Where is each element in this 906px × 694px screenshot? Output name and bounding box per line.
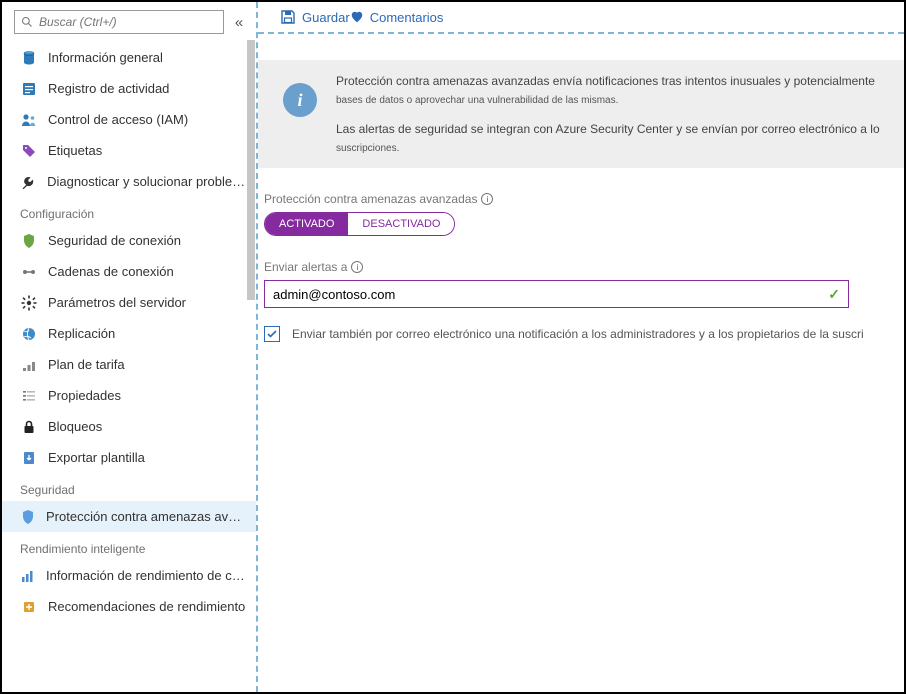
info-hint-icon[interactable]: i [351,261,363,273]
wrench-icon [20,174,37,190]
iam-icon [20,112,38,128]
sidebar-item-replication[interactable]: Replicación [2,318,256,349]
shield-alert-icon [20,509,36,525]
sidebar-scrollbar[interactable] [246,40,256,692]
sidebar-item-label: Cadenas de conexión [48,264,174,279]
export-icon [20,450,38,466]
sidebar-item-label: Información de rendimiento de consultas [46,568,246,583]
sidebar-item-label: Exportar plantilla [48,450,145,465]
sidebar-item-locks[interactable]: Bloqueos [2,411,256,442]
activity-log-icon [20,81,38,97]
comments-button[interactable]: Comentarios [350,10,444,25]
sidebar-section-perf: Rendimiento inteligente [2,532,256,560]
banner-line1b: bases de datos o aprovechar una vulnerab… [336,95,618,106]
collapse-sidebar-button[interactable]: « [230,14,248,31]
info-icon: i [283,83,317,117]
lock-icon [20,419,38,435]
recommendation-icon [20,599,38,615]
gear-icon [20,295,38,311]
main-panel: Guardar Comentarios i Protección contra … [258,2,904,692]
valid-check-icon: ✓ [828,286,840,303]
sidebar-item-label: Protección contra amenazas avanzadas ... [46,509,246,524]
info-banner: i Protección contra amenazas avanzadas e… [258,60,904,168]
sidebar-item-label: Recomendaciones de rendimiento [48,599,245,614]
sidebar-section-config: Configuración [2,197,256,225]
atp-toggle-on[interactable]: ACTIVADO [265,213,348,235]
toolbar: Guardar Comentarios [258,2,904,34]
alerts-email-wrapper[interactable]: ✓ [264,280,849,308]
sidebar-item-overview[interactable]: Información general [2,42,256,73]
banner-line1: Protección contra amenazas avanzadas env… [336,74,875,88]
sidebar-item-diagnose[interactable]: Diagnosticar y solucionar problemas [2,166,256,197]
sidebar-item-export-template[interactable]: Exportar plantilla [2,442,256,473]
sidebar-item-query-perf-insight[interactable]: Información de rendimiento de consultas [2,560,256,591]
globe-icon [20,326,38,342]
sidebar-item-atp[interactable]: Protección contra amenazas avanzadas ... [2,501,256,532]
also-email-label: Enviar también por correo electrónico un… [292,327,864,341]
sidebar-item-label: Bloqueos [48,419,102,434]
sidebar-item-server-parameters[interactable]: Parámetros del servidor [2,287,256,318]
sidebar-item-perf-recommendations[interactable]: Recomendaciones de rendimiento [2,591,256,622]
connection-icon [20,264,38,280]
sidebar-item-tags[interactable]: Etiquetas [2,135,256,166]
search-icon [21,16,33,28]
sidebar-nav: Información general Registro de activida… [2,40,256,622]
sidebar-item-properties[interactable]: Propiedades [2,380,256,411]
also-email-checkbox[interactable] [264,326,280,342]
sidebar-item-label: Seguridad de conexión [48,233,181,248]
sidebar-item-label: Registro de actividad [48,81,169,96]
sidebar-item-label: Replicación [48,326,115,341]
sidebar-item-label: Plan de tarifa [48,357,125,372]
banner-line2: Las alertas de seguridad se integran con… [336,122,880,136]
sidebar: « Información general Registro de activi… [2,2,258,692]
banner-line2b: suscripciones. [336,143,399,154]
info-icon-wrapper: i [272,72,328,128]
atp-toggle-off[interactable]: DESACTIVADO [348,213,454,235]
sidebar-item-connection-security[interactable]: Seguridad de conexión [2,225,256,256]
sidebar-item-pricing-tier[interactable]: Plan de tarifa [2,349,256,380]
search-input[interactable] [39,15,217,29]
save-button[interactable]: Guardar [280,9,350,25]
database-icon [20,50,38,66]
info-hint-icon[interactable]: i [481,193,493,205]
sidebar-item-label: Parámetros del servidor [48,295,186,310]
chart-icon [20,568,36,584]
save-label: Guardar [302,10,350,25]
sidebar-item-label: Etiquetas [48,143,102,158]
sidebar-item-connection-strings[interactable]: Cadenas de conexión [2,256,256,287]
search-input-wrapper[interactable] [14,10,224,34]
sidebar-section-security: Seguridad [2,473,256,501]
sidebar-item-label: Diagnosticar y solucionar problemas [47,174,246,189]
alerts-label: Enviar alertas a i [264,260,904,274]
atp-toggle[interactable]: ACTIVADO DESACTIVADO [264,212,455,236]
comments-label: Comentarios [370,10,444,25]
save-icon [280,9,296,25]
atp-toggle-label: Protección contra amenazas avanzadas i [264,192,904,206]
tag-icon [20,143,38,159]
sidebar-item-activity-log[interactable]: Registro de actividad [2,73,256,104]
properties-icon [20,388,38,404]
heart-icon [350,10,364,24]
pricing-icon [20,357,38,373]
alerts-email-input[interactable] [273,287,828,302]
sidebar-item-label: Control de acceso (IAM) [48,112,188,127]
sidebar-item-label: Información general [48,50,163,65]
sidebar-item-label: Propiedades [48,388,121,403]
sidebar-item-iam[interactable]: Control de acceso (IAM) [2,104,256,135]
scrollbar-thumb[interactable] [247,40,255,300]
shield-icon [20,233,38,249]
